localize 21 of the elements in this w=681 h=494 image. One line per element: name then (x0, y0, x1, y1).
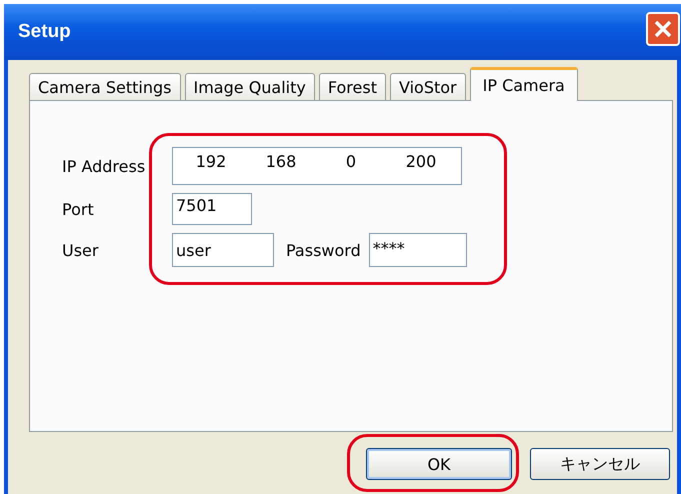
cancel-button[interactable]: キャンセル (530, 448, 670, 480)
port-field[interactable]: 7501 (172, 193, 252, 225)
ip-octet: 0 (344, 152, 358, 171)
close-button[interactable] (646, 12, 680, 46)
tab[interactable]: Forest (318, 73, 386, 100)
ok-button[interactable]: OK (366, 448, 512, 480)
ip-address-label: IP Address (62, 156, 146, 176)
ip-octet: 200 (404, 152, 438, 171)
tab[interactable]: VioStor (390, 73, 466, 100)
tab[interactable]: Camera Settings (29, 73, 180, 100)
port-label: Port (62, 200, 95, 218)
password-field[interactable]: **** (368, 233, 467, 267)
user-label: User (62, 240, 100, 260)
user-field[interactable]: user (172, 233, 274, 267)
tab[interactable]: IP Camera (470, 67, 578, 101)
ip-address-field[interactable]: 192 168 0 200 (172, 147, 462, 185)
tab[interactable]: Image Quality (184, 73, 315, 100)
password-label: Password (286, 240, 361, 260)
ip-octet: 192 (194, 152, 228, 171)
window-title: Setup (18, 21, 71, 43)
ip-octet: 168 (264, 152, 298, 171)
